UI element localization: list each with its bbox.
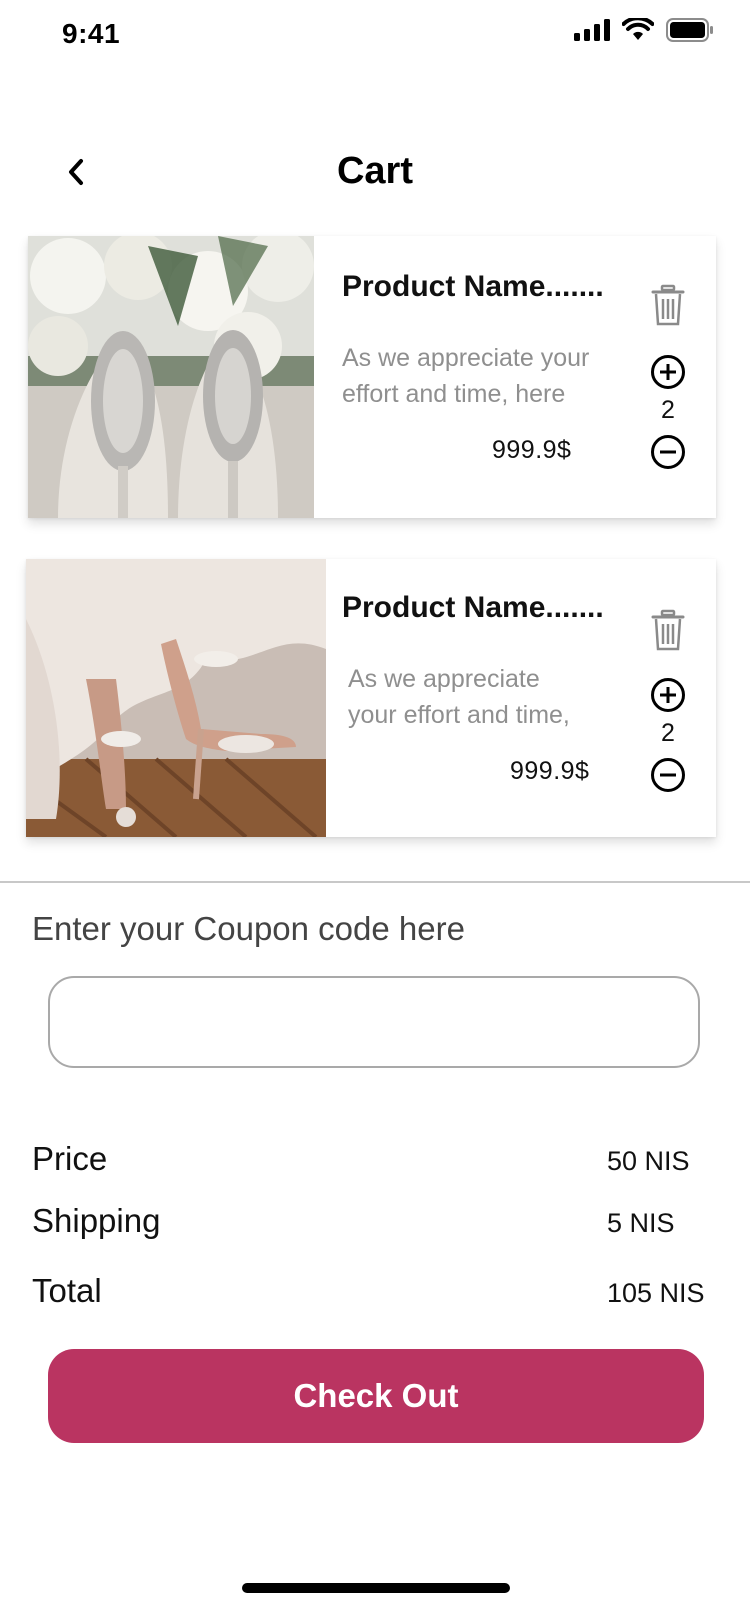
cart-item: Product Name....... As we appreciate you…: [28, 236, 716, 518]
status-icons: [574, 18, 714, 42]
shipping-label: Shipping: [32, 1202, 161, 1239]
plus-circle-icon: [651, 678, 685, 712]
product-image[interactable]: [28, 236, 314, 518]
coupon-input[interactable]: [48, 976, 700, 1068]
product-price: 999.9$: [510, 757, 590, 785]
price-label: Price: [32, 1140, 108, 1177]
quantity-value: 2: [661, 719, 675, 747]
battery-icon: [666, 18, 713, 42]
trash-icon: [651, 609, 685, 651]
quantity-value: 2: [661, 396, 675, 424]
total-label: Total: [32, 1272, 102, 1309]
product-name[interactable]: Product Name.......: [342, 270, 604, 304]
delete-button[interactable]: [650, 609, 686, 653]
increase-quantity-button[interactable]: [650, 354, 686, 390]
checkout-label: Check Out: [293, 1377, 459, 1414]
decrease-quantity-button[interactable]: [650, 434, 686, 470]
page-title: Cart: [336, 150, 414, 192]
plus-circle-icon: [651, 355, 685, 389]
product-name[interactable]: Product Name.......: [342, 591, 604, 625]
decrease-quantity-button[interactable]: [650, 757, 686, 793]
product-image[interactable]: [26, 559, 326, 837]
home-indicator: [242, 1583, 510, 1593]
product-price: 999.9$: [492, 436, 572, 464]
wifi-icon: [622, 18, 654, 40]
status-time: 9:41: [62, 18, 121, 49]
product-description: As we appreciate your effort and time, h…: [342, 344, 590, 408]
price-value: 50 NIS: [607, 1146, 690, 1176]
section-divider: [0, 881, 750, 883]
shipping-value: 5 NIS: [607, 1208, 675, 1238]
coupon-label: Enter your Coupon code here: [32, 910, 465, 947]
delete-button[interactable]: [650, 284, 686, 328]
minus-circle-icon: [651, 758, 685, 792]
increase-quantity-button[interactable]: [650, 677, 686, 713]
total-value: 105 NIS: [607, 1278, 705, 1308]
cart-item: Product Name....... As we appreciate you…: [26, 559, 716, 837]
checkout-button[interactable]: Check Out: [48, 1349, 704, 1443]
signal-icon: [574, 19, 610, 41]
trash-icon: [651, 284, 685, 326]
minus-circle-icon: [651, 435, 685, 469]
product-description: As we appreciate your effort and time,: [348, 665, 570, 729]
